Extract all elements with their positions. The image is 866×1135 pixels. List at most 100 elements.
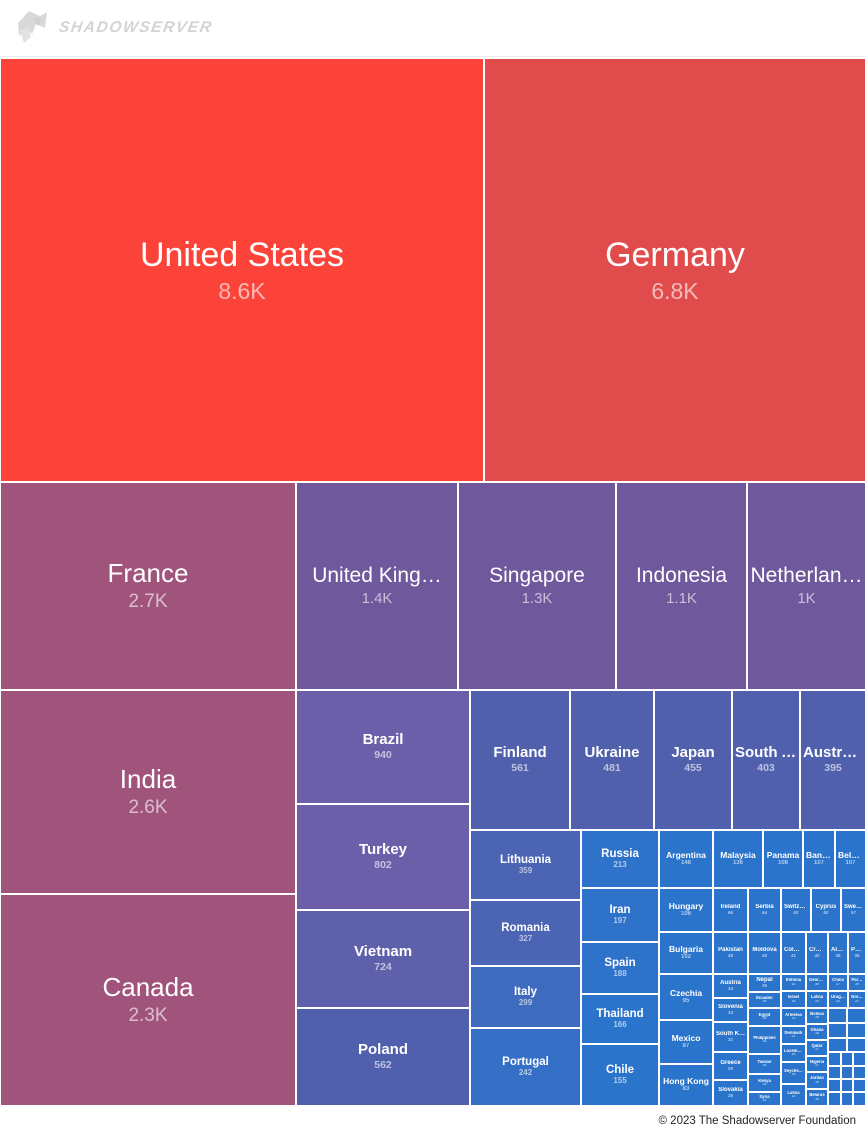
treemap-tile[interactable]: Mexico 87 [659,1020,713,1064]
treemap-tile[interactable]: Bulgaria 102 [659,932,713,974]
treemap-tile[interactable]: Russia 213 [581,830,659,888]
treemap-tile[interactable]: Croatia40 [806,932,828,974]
treemap-tile[interactable]: Zam9 [853,1066,866,1079]
treemap-tile[interactable]: Taiwan 26 [748,1054,781,1074]
treemap-tile-label: Brazil [362,732,404,749]
treemap-tile[interactable]: Czechia 95 [659,974,713,1020]
treemap-tile[interactable]: Estonia 32 [781,974,806,991]
treemap-tile[interactable]: Moldova 46 [748,932,781,974]
treemap-tile[interactable]: Indonesia 1.1K [616,482,747,690]
treemap-tile[interactable]: Ireland 66 [713,888,748,932]
treemap-tile[interactable]: Bah11 [841,1052,853,1066]
treemap-tile[interactable]: Egypt 24 [748,1008,781,1026]
treemap-tile[interactable]: Par… 26 [848,974,866,991]
treemap-tile[interactable]: Lib8 [853,1079,866,1092]
treemap-tile[interactable]: Mal7 [841,1092,853,1106]
treemap-tile[interactable]: Armenia 21 [781,1008,806,1026]
treemap-tile[interactable]: Hungary 106 [659,888,713,932]
treemap-tile[interactable]: Cyprus 62 [811,888,841,932]
treemap-tile[interactable]: Urug… 22 [828,991,848,1008]
treemap-tile[interactable]: Germany 6.8K [484,58,866,482]
treemap-tile[interactable]: Seychelles 19 [781,1062,806,1084]
treemap-tile[interactable]: Singapore 1.3K [458,482,616,690]
treemap-tile[interactable]: Panama 108 [763,830,803,888]
treemap-tile[interactable]: India 2.6K [0,690,296,894]
treemap-tile[interactable]: Mali8 [841,1079,853,1092]
treemap-tile[interactable]: Lithuania 359 [470,830,581,900]
treemap-tile[interactable]: Portugal 242 [470,1028,581,1106]
treemap-tile[interactable]: Alg10 [841,1066,853,1079]
treemap-tile[interactable]: Slovenia 33 [713,998,748,1022]
treemap-tile[interactable]: Ang9 [828,1079,841,1092]
treemap-tile[interactable]: Albania36 [828,932,848,974]
treemap-tile[interactable]: Jordan 16 [806,1072,828,1089]
treemap-tile[interactable]: Ecuador 25 [748,992,781,1008]
treemap-tile[interactable]: Pakistan 48 [713,932,748,974]
treemap-tile[interactable]: China 27 [828,974,848,991]
treemap-tile[interactable]: Nepal 29 [748,974,781,992]
treemap-tile[interactable]: South Kor…32 [713,1022,748,1052]
treemap-tile[interactable]: Netherlan… 1K [747,482,866,690]
treemap-tile[interactable]: Vietnam 724 [296,910,470,1008]
treemap-tile[interactable]: Slovakia 28 [713,1080,748,1106]
treemap-tile[interactable]: Japan 455 [654,690,732,830]
treemap-tile[interactable]: Canada 2.3K [0,894,296,1106]
treemap-tile[interactable]: Sweden 57 [841,888,866,932]
treemap-tile[interactable]: Poland 562 [296,1008,470,1106]
treemap-tile[interactable]: Nigeria 17 [806,1056,828,1072]
treemap-tile[interactable]: Malaysia 136 [713,830,763,888]
treemap-tile-value: 23 [815,999,819,1003]
treemap-tile[interactable]: Thailand 166 [581,994,659,1044]
treemap-tile[interactable]: Iran 197 [581,888,659,942]
treemap-tile[interactable]: Philippines 28 [748,1026,781,1054]
treemap-tile[interactable]: Sud7 [828,1092,841,1106]
treemap-tile[interactable]: Spain 188 [581,942,659,994]
treemap-tile[interactable]: Syria 22 [748,1092,781,1106]
treemap-tile[interactable]: Chile 155 [581,1044,659,1106]
treemap-tile[interactable]: South A…403 [732,690,800,830]
treemap-tile[interactable]: Austria 34 [713,974,748,998]
treemap-tile[interactable]: Kenya 24 [748,1074,781,1092]
treemap-tile[interactable]: Turkey 802 [296,804,470,910]
treemap-tile[interactable]: Luxembourg20 [781,1044,806,1062]
treemap-tile[interactable]: United King… 1.4K [296,482,458,690]
treemap-tile[interactable]: Tun15 [828,1008,847,1023]
treemap-tile[interactable]: Sen10 [828,1066,841,1079]
treemap-tile[interactable]: Switze… 62 [781,888,811,932]
treemap-tile[interactable]: France 2.7K [0,482,296,690]
treemap-tile[interactable]: Mor14 [828,1023,847,1038]
treemap-tile[interactable]: Georg… 30 [806,974,828,991]
treemap-tile[interactable]: Belarus 15 [806,1089,828,1106]
treemap-tile[interactable]: Ghana 18 [806,1024,828,1040]
treemap-tile[interactable]: Latvia 18 [781,1084,806,1106]
treemap-tile[interactable]: Ukraine 481 [570,690,654,830]
treemap-tile[interactable]: Kaz13 [847,1023,866,1038]
treemap-tile[interactable]: Italy 299 [470,966,581,1028]
treemap-tile[interactable]: Peru 36 [848,932,866,974]
treemap-tile[interactable]: Serbia 64 [748,888,781,932]
treemap-tile[interactable]: Ice6 [853,1092,866,1106]
treemap-tile[interactable]: Uzb12 [828,1052,841,1066]
treemap-tile[interactable]: Iraq14 [847,1008,866,1023]
treemap-tile[interactable]: Nor… 21 [848,991,866,1008]
treemap-tile[interactable]: Qatar 17 [806,1040,828,1056]
treemap-tile[interactable]: Romania 327 [470,900,581,966]
treemap-tile[interactable]: Australia 395 [800,690,866,830]
brand-logo[interactable]: SHADOWSERVER [16,8,214,48]
treemap-tile[interactable]: Leb12 [847,1038,866,1052]
treemap-tile[interactable]: Oman13 [828,1038,847,1052]
treemap-tile[interactable]: Kuw11 [853,1052,866,1066]
treemap-tile[interactable]: Finland 561 [470,690,570,830]
treemap-tile[interactable]: Bolivia 19 [806,1008,828,1024]
treemap-tile[interactable]: Denmark 21 [781,1026,806,1044]
treemap-tile[interactable]: Brazil 940 [296,690,470,804]
treemap-tile[interactable]: Israel 24 [781,991,806,1008]
treemap-tile[interactable]: United States 8.6K [0,58,484,482]
treemap-tile[interactable]: Hong Kong 83 [659,1064,713,1106]
treemap-tile[interactable]: Argentina 148 [659,830,713,888]
treemap-tile[interactable]: Belgium107 [835,830,866,888]
treemap-tile[interactable]: Colo… 41 [781,932,806,974]
treemap-tile[interactable]: Bangl…107 [803,830,835,888]
treemap-tile[interactable]: Latvia 23 [806,991,828,1008]
treemap-tile[interactable]: Greece 29 [713,1052,748,1080]
